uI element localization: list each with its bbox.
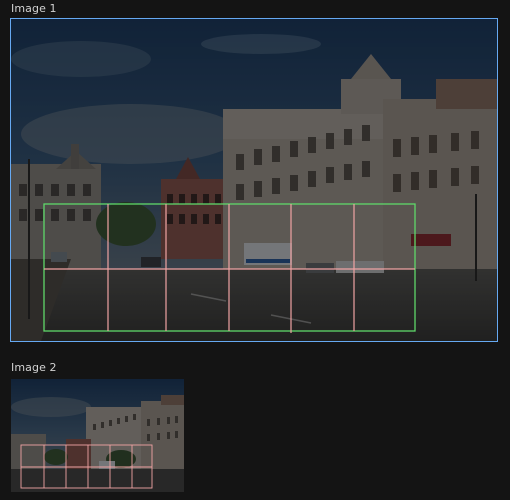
image-1-thumbnail[interactable]	[11, 19, 497, 341]
image-2-thumbnail[interactable]	[11, 379, 184, 492]
street-photo-2	[11, 379, 184, 492]
image-2-label: Image 2	[11, 361, 57, 374]
image-1-label: Image 1	[11, 2, 57, 15]
street-photo-1	[11, 19, 497, 341]
